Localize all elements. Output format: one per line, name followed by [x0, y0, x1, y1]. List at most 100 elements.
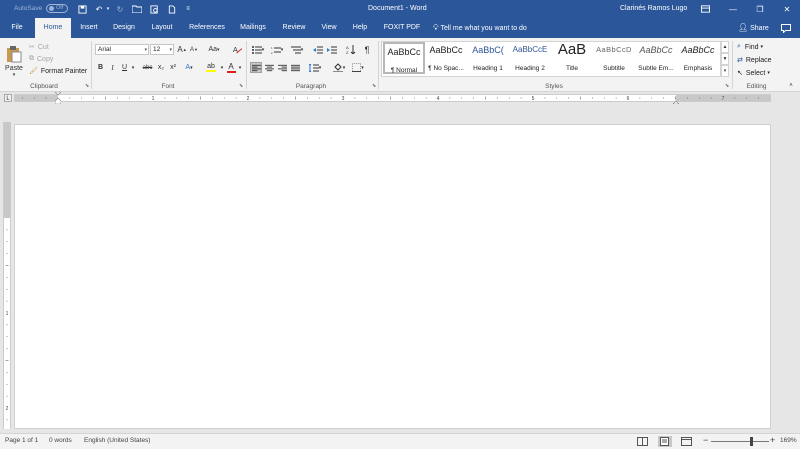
justify-button[interactable]: [289, 62, 301, 73]
save-icon[interactable]: [76, 3, 88, 15]
vertical-scrollbar[interactable]: [774, 104, 786, 433]
tab-insert[interactable]: Insert: [74, 18, 104, 38]
chevron-down-icon[interactable]: ▾: [219, 62, 225, 73]
tab-mailings[interactable]: Mailings: [235, 18, 271, 38]
subscript-button[interactable]: x₂: [156, 62, 166, 73]
restore-button[interactable]: ❐: [754, 3, 766, 15]
decrease-indent-button[interactable]: [312, 44, 324, 55]
borders-button[interactable]: ▾: [350, 62, 366, 73]
style-title[interactable]: AaB Title: [551, 41, 593, 74]
increase-indent-button[interactable]: [326, 44, 338, 55]
italic-button[interactable]: I: [108, 62, 117, 73]
horizontal-ruler[interactable]: L 1 2 3 4 5 6 7: [0, 91, 800, 105]
tab-view[interactable]: View: [316, 18, 342, 38]
share-button[interactable]: 👤︎ Share: [738, 18, 769, 38]
underline-button[interactable]: U: [120, 62, 129, 73]
style-no-spacing[interactable]: AaBbCc ¶ No Spac...: [425, 42, 467, 74]
ribbon-display-options-icon[interactable]: [699, 3, 711, 15]
highlight-button[interactable]: ab: [203, 62, 219, 73]
zoom-slider[interactable]: [711, 437, 769, 446]
read-mode-icon[interactable]: [637, 437, 649, 446]
multilevel-list-button[interactable]: ▾: [289, 44, 305, 55]
superscript-button[interactable]: x²: [168, 62, 178, 73]
copy-button[interactable]: ⧉ Copy: [29, 54, 53, 64]
tab-review[interactable]: Review: [278, 18, 310, 38]
chevron-down-icon[interactable]: ▾: [130, 62, 136, 73]
new-document-icon[interactable]: [166, 3, 178, 15]
zoom-in-button[interactable]: +: [770, 435, 775, 445]
redo-icon[interactable]: ↻: [114, 3, 126, 15]
bullets-button[interactable]: ▾: [250, 44, 266, 55]
tab-references[interactable]: References: [184, 18, 230, 38]
minimize-button[interactable]: —: [727, 3, 739, 15]
grow-font-button[interactable]: A ▲: [177, 44, 187, 55]
style-emphasis[interactable]: AaBbCc Emphasis: [677, 42, 719, 74]
sort-button[interactable]: AZ: [345, 44, 356, 55]
document-page[interactable]: [14, 124, 771, 429]
style-subtitle[interactable]: AaBbCcD Subtitle: [593, 42, 635, 74]
style-heading-1[interactable]: AaBbC( Heading 1: [467, 42, 509, 74]
align-right-button[interactable]: [276, 62, 288, 73]
user-name[interactable]: Clarinés Ramos Lugo: [620, 5, 687, 12]
strikethrough-button[interactable]: abc: [141, 62, 154, 73]
tab-design[interactable]: Design: [107, 18, 141, 38]
font-color-button[interactable]: A: [226, 62, 236, 73]
undo-dropdown-icon[interactable]: ▾: [104, 3, 112, 15]
web-layout-icon[interactable]: [681, 437, 693, 446]
zoom-slider-thumb[interactable]: [749, 437, 753, 446]
shading-button[interactable]: ▾: [331, 62, 347, 73]
align-center-button[interactable]: [263, 62, 275, 73]
tab-home[interactable]: Home: [35, 18, 71, 38]
vertical-ruler[interactable]: 12: [0, 104, 14, 433]
line-spacing-button[interactable]: ▾: [307, 62, 323, 73]
autosave-toggle[interactable]: Off: [46, 4, 68, 13]
format-painter-button[interactable]: 🖌︎ Format Painter: [29, 66, 87, 76]
collapse-ribbon-icon[interactable]: ˄: [786, 82, 796, 90]
word-count[interactable]: 0 words: [49, 437, 72, 444]
align-left-button[interactable]: [250, 62, 262, 73]
chevron-down-icon[interactable]: ▾: [237, 62, 243, 73]
zoom-out-button[interactable]: −: [703, 435, 708, 445]
bold-button[interactable]: B: [96, 62, 105, 73]
tab-file[interactable]: File: [5, 18, 29, 38]
dialog-launcher-icon[interactable]: ⬊: [725, 83, 729, 89]
close-button[interactable]: ✕: [781, 3, 793, 15]
dialog-launcher-icon[interactable]: ⬊: [85, 83, 89, 89]
font-size-select[interactable]: 12 ▾: [150, 44, 174, 55]
paste-button[interactable]: Paste ▾: [4, 41, 24, 81]
show-formatting-button[interactable]: ¶: [362, 44, 372, 55]
shrink-font-button[interactable]: A ▼: [189, 44, 199, 55]
tell-me-box[interactable]: 💡︎ Tell me what you want to do: [433, 18, 527, 38]
tab-foxit-pdf[interactable]: FOXIT PDF: [380, 18, 424, 38]
tab-selector-icon[interactable]: L: [4, 94, 12, 102]
dialog-launcher-icon[interactable]: ⬊: [239, 83, 243, 89]
styles-scroll-down-icon[interactable]: ▼: [721, 53, 729, 65]
clear-formatting-button[interactable]: A: [231, 44, 243, 55]
indent-markers-icon[interactable]: [54, 91, 62, 105]
tab-layout[interactable]: Layout: [146, 18, 178, 38]
select-button[interactable]: ↖ Select ▾: [737, 68, 770, 78]
customize-toolbar-icon[interactable]: ≡: [183, 3, 193, 15]
style-heading-2[interactable]: AaBbCcE Heading 2: [509, 42, 551, 74]
language-indicator[interactable]: English (United States): [84, 437, 150, 444]
print-layout-icon[interactable]: [658, 436, 672, 447]
replace-button[interactable]: ⇄ Replace: [737, 55, 772, 65]
style-normal[interactable]: AaBbCc ¶ Normal: [383, 42, 425, 74]
styles-more-icon[interactable]: ▾: [721, 65, 729, 77]
numbering-button[interactable]: 1 2 ▾: [269, 44, 285, 55]
line-spacing-icon: [308, 63, 319, 72]
font-family-select[interactable]: Arial ▾: [95, 44, 149, 55]
page-count[interactable]: Page 1 of 1: [5, 437, 38, 444]
open-folder-icon[interactable]: [131, 3, 143, 15]
styles-scroll-up-icon[interactable]: ▲: [721, 41, 729, 53]
cut-button[interactable]: ✂ Cut: [29, 42, 49, 52]
change-case-button[interactable]: Aa ▾: [206, 44, 222, 55]
comments-icon[interactable]: [780, 22, 792, 34]
find-button[interactable]: ⌕ Find ▾: [737, 42, 763, 52]
print-preview-icon[interactable]: [148, 3, 160, 15]
zoom-level[interactable]: 169%: [780, 437, 797, 444]
tab-help[interactable]: Help: [347, 18, 373, 38]
text-effects-button[interactable]: A ▾: [184, 62, 194, 73]
style-subtle-emphasis[interactable]: AaBbCc Subtle Em...: [635, 42, 677, 74]
dialog-launcher-icon[interactable]: ⬊: [372, 83, 376, 89]
